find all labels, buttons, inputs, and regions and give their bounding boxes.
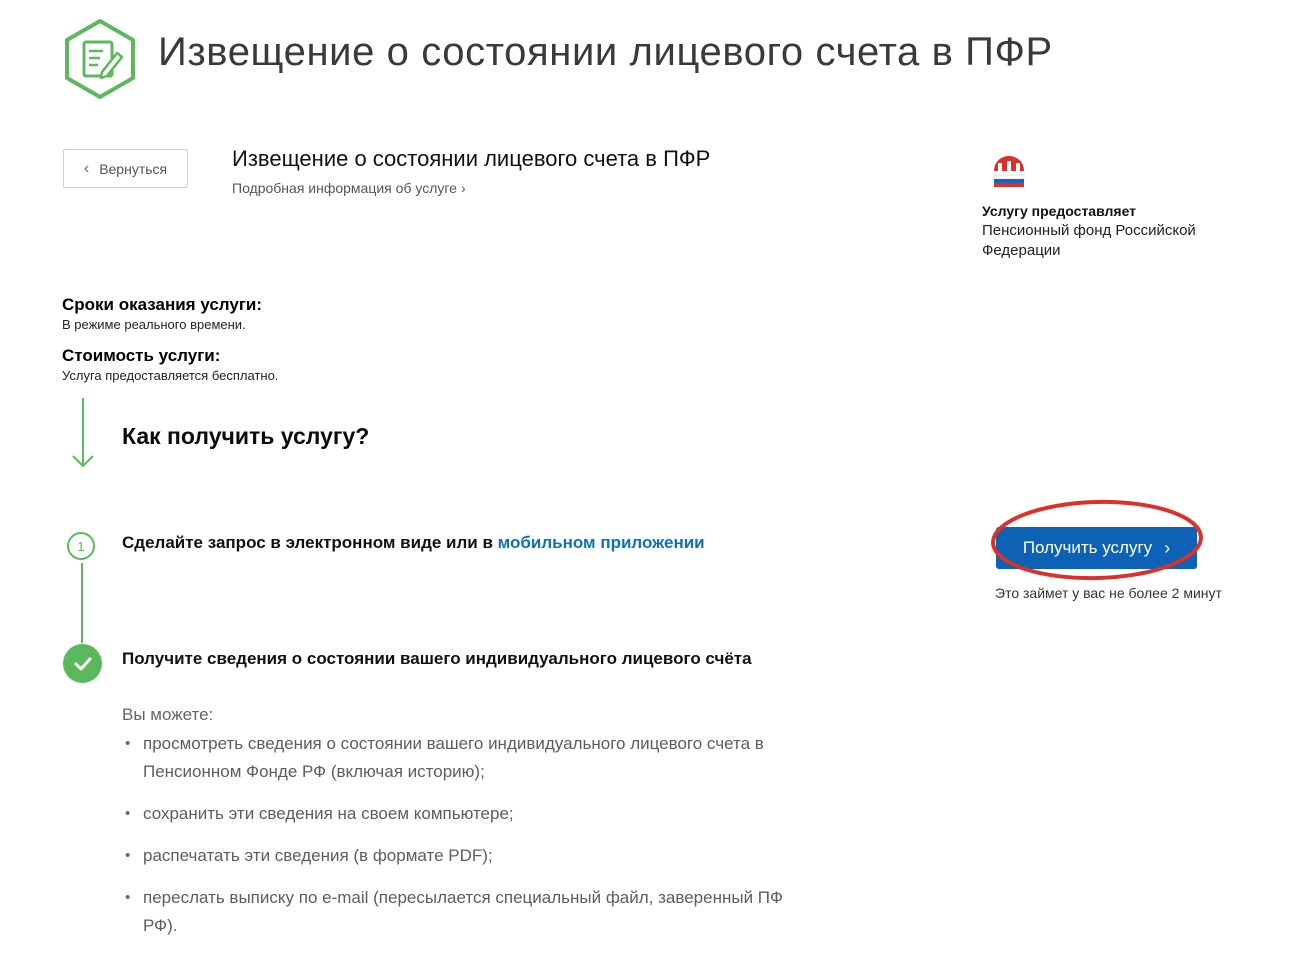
can-do-intro: Вы можете: (122, 705, 214, 724)
document-edit-icon (65, 19, 135, 99)
provider-label: Услугу предоставляет (982, 203, 1137, 219)
list-item: просмотреть сведения о состоянии вашего … (122, 730, 822, 786)
steps-connector (81, 563, 83, 643)
can-do-list: просмотреть сведения о состоянии вашего … (122, 730, 822, 954)
step-1: Сделайте запрос в электронном виде или в… (122, 533, 705, 553)
deadline-value: В режиме реального времени. (62, 317, 246, 332)
list-item: распечатать эти сведения (в формате PDF)… (122, 842, 822, 870)
service-details-link[interactable]: Подробная информация об услуге › (232, 180, 466, 196)
step-number-badge: 1 (67, 532, 95, 560)
step-2-text: Получите сведения о состоянии вашего инд… (122, 649, 752, 668)
list-item: сохранить эти сведения на своем компьюте… (122, 800, 822, 828)
chevron-left-icon: ‹ (83, 159, 90, 177)
pfr-logo-icon (993, 156, 1025, 187)
service-title: Извещение о состоянии лицевого счета в П… (232, 146, 711, 171)
chevron-right-icon: › (460, 180, 466, 196)
back-button-label: Вернуться (99, 160, 168, 177)
highlight-ellipse (991, 499, 1203, 581)
how-to-title: Как получить услугу? (122, 423, 370, 449)
page-title: Извещение о состоянии лицевого счета в П… (158, 30, 1053, 74)
arrow-down-icon (72, 398, 94, 468)
list-item: переслать выписку по e-mail (пересылаетс… (122, 884, 822, 940)
service-details-label: Подробная информация об услуге (232, 180, 457, 196)
mobile-app-link[interactable]: мобильном приложении (498, 533, 705, 552)
step-1-text: Сделайте запрос в электронном виде или в (122, 533, 493, 552)
checkmark-icon (63, 644, 102, 683)
provider-name: Пенсионный фонд Российской Федерации (982, 222, 1196, 259)
back-button[interactable]: ‹ Вернуться (63, 149, 188, 188)
deadline-label: Сроки оказания услуги: (62, 295, 263, 314)
time-estimate-note: Это займет у вас не более 2 минут (995, 585, 1222, 601)
cost-value: Услуга предоставляется бесплатно. (62, 368, 279, 383)
cost-label: Стоимость услуги: (62, 346, 221, 365)
